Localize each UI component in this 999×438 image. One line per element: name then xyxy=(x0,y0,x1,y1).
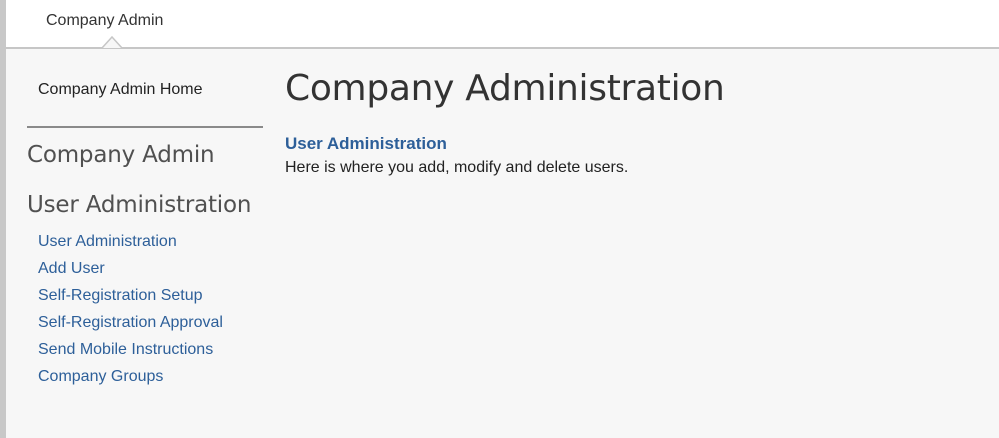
sidebar-home-link[interactable]: Company Admin Home xyxy=(38,81,203,99)
sidebar-item-company-groups[interactable]: Company Groups xyxy=(38,366,223,393)
sidebar-divider xyxy=(27,126,263,128)
sidebar-item-self-registration-setup[interactable]: Self-Registration Setup xyxy=(38,285,223,312)
user-administration-description: Here is where you add, modify and delete… xyxy=(285,159,629,176)
user-administration-link[interactable]: User Administration xyxy=(285,134,447,154)
sidebar-heading-user-administration: User Administration xyxy=(27,192,252,218)
sidebar-nav-list: User Administration Add User Self-Regist… xyxy=(38,231,223,393)
sidebar-item-add-user[interactable]: Add User xyxy=(38,258,223,285)
tab-company-admin[interactable]: Company Admin xyxy=(46,12,163,30)
top-nav-bar: Company Admin xyxy=(6,0,999,49)
sidebar-heading-company-admin: Company Admin xyxy=(27,142,215,168)
page-title: Company Administration xyxy=(285,68,725,109)
page: Company Admin Company Admin Home Company… xyxy=(0,0,999,438)
active-tab-caret-icon xyxy=(102,35,122,49)
sidebar-item-self-registration-approval[interactable]: Self-Registration Approval xyxy=(38,312,223,339)
left-edge-bar xyxy=(0,0,6,438)
sidebar-item-send-mobile-instructions[interactable]: Send Mobile Instructions xyxy=(38,339,223,366)
sidebar-item-user-administration[interactable]: User Administration xyxy=(38,231,223,258)
